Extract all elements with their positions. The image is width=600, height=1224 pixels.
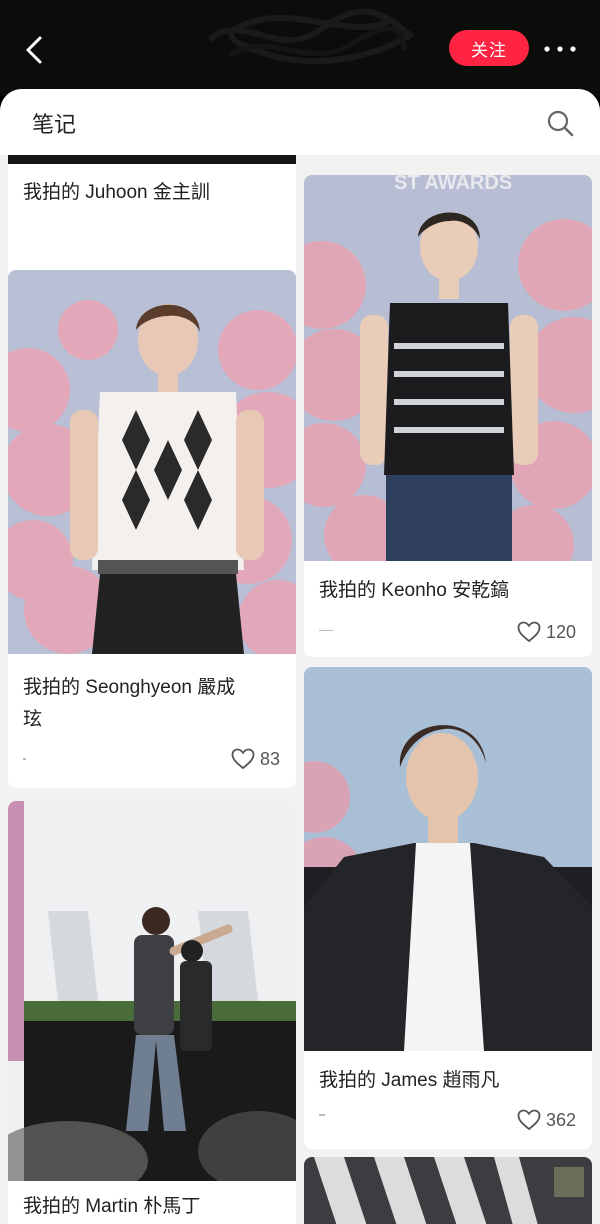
author-avatar xyxy=(319,1114,325,1116)
note-card[interactable]: 我拍的 Seonghyeon 嚴成 玹 83 xyxy=(8,270,296,788)
note-title: 我拍的 James 趙雨凡 xyxy=(319,1070,500,1091)
top-bar: 关注 xyxy=(0,0,600,96)
more-icon[interactable] xyxy=(544,46,576,52)
note-photo xyxy=(8,270,296,654)
search-icon[interactable] xyxy=(546,109,574,137)
like-button[interactable]: 362 xyxy=(517,1109,576,1131)
note-photo xyxy=(304,1157,592,1224)
notes-sheet: 笔记 我拍的 Juhoon 金主訓 302 xyxy=(0,89,600,1224)
heart-icon xyxy=(517,621,541,643)
note-photo xyxy=(8,801,296,1181)
note-card[interactable]: 我拍的 James 趙雨凡 362 xyxy=(304,667,592,1149)
like-count: 362 xyxy=(545,1109,576,1130)
note-card[interactable]: 我拍的 Martin 朴馬丁 xyxy=(8,801,296,1224)
author-avatar xyxy=(23,758,26,760)
note-title: 我拍的 Seonghyeon 嚴成 玹 xyxy=(23,677,236,730)
note-title: 我拍的 Juhoon 金主訓 xyxy=(23,182,210,203)
note-card[interactable]: ST AWARDS 我拍的 Keonho 安乾鎬 120 xyxy=(304,175,592,657)
redaction-scribble xyxy=(207,8,416,65)
sheet-title: 笔记 xyxy=(32,112,77,137)
like-count: 83 xyxy=(259,748,280,769)
back-icon[interactable] xyxy=(22,34,50,66)
heart-icon xyxy=(231,748,255,770)
author-avatar xyxy=(319,630,333,631)
note-card[interactable] xyxy=(304,1157,592,1224)
follow-button[interactable]: 关注 xyxy=(449,30,529,66)
note-title: 我拍的 Martin 朴馬丁 xyxy=(23,1196,201,1217)
like-button[interactable]: 83 xyxy=(231,748,280,770)
svg-text:ST AWARDS: ST AWARDS xyxy=(394,175,512,194)
like-button[interactable]: 120 xyxy=(517,621,576,643)
note-photo xyxy=(304,667,592,1051)
note-photo: ST AWARDS xyxy=(304,175,592,561)
sheet-header: 笔记 xyxy=(0,89,600,155)
like-count: 120 xyxy=(545,621,576,642)
note-photo xyxy=(8,155,296,164)
note-title: 我拍的 Keonho 安乾鎬 xyxy=(319,580,510,601)
heart-icon xyxy=(517,1109,541,1131)
